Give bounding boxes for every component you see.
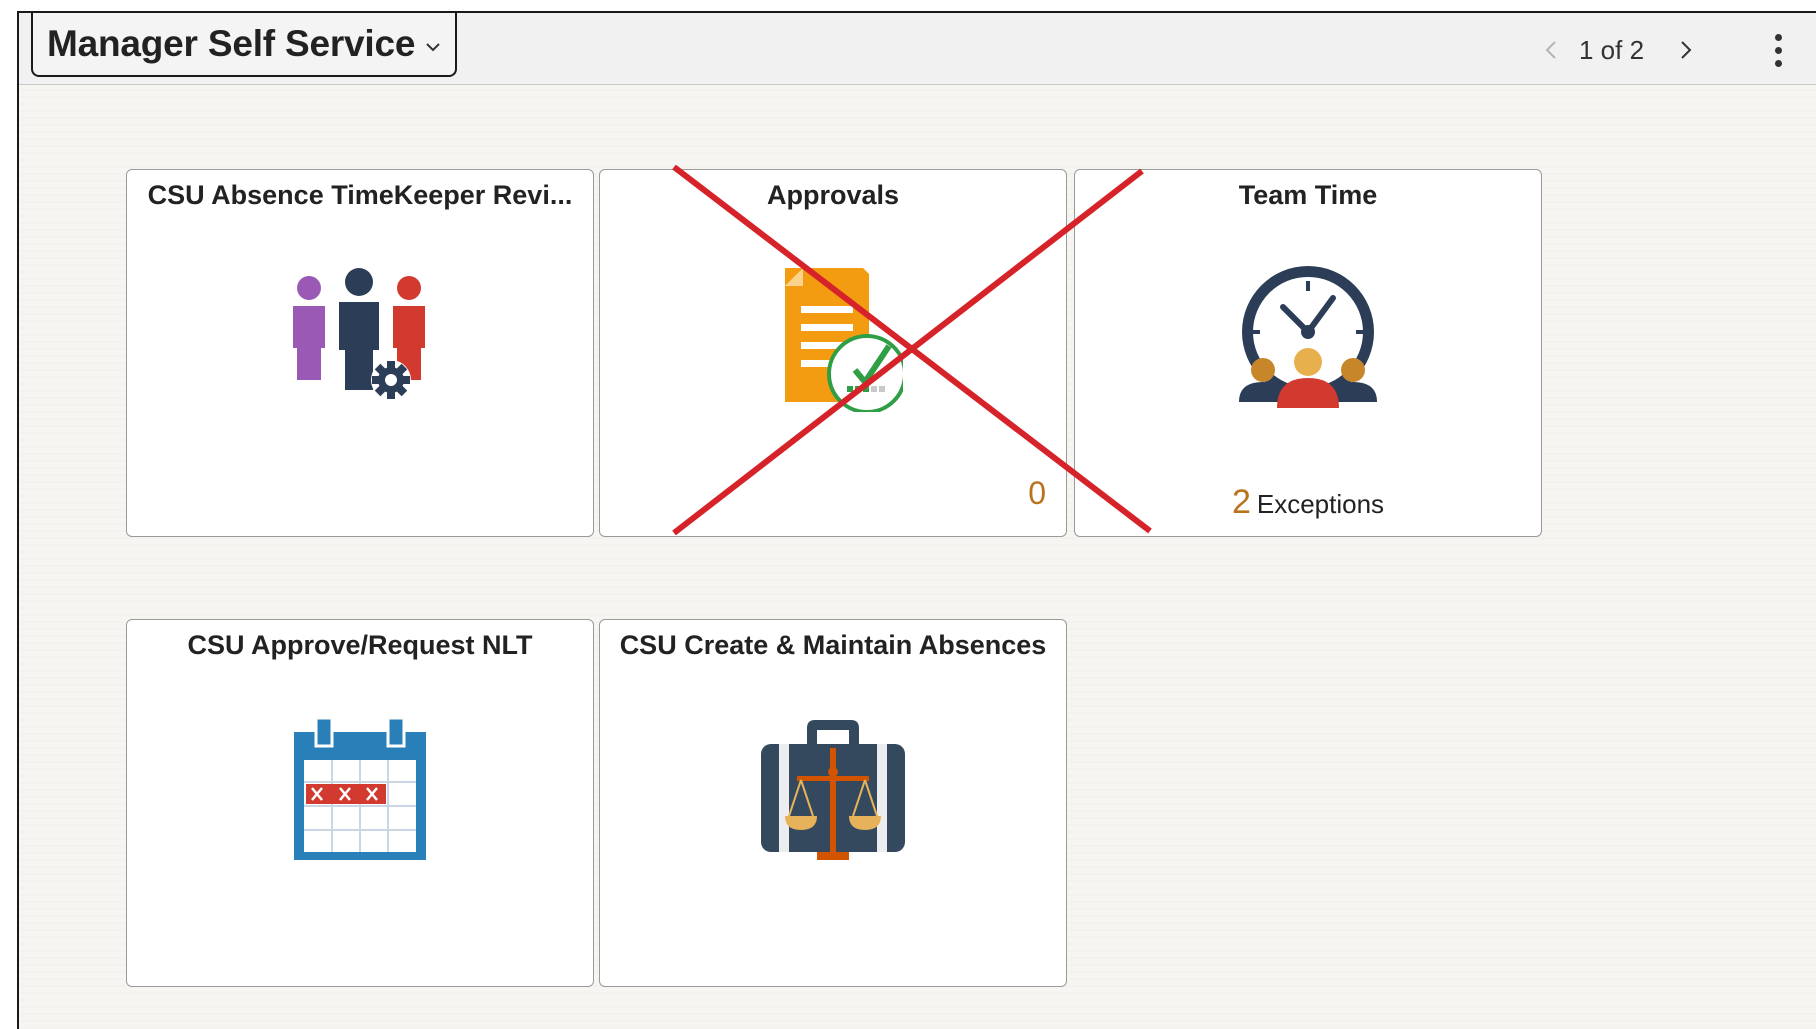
people-gear-icon — [293, 268, 425, 400]
next-page-button[interactable] — [1672, 33, 1700, 67]
tile-csu-approve-request-nlt[interactable]: CSU Approve/Request NLT — [126, 619, 594, 987]
tile-csu-create-maintain-absences[interactable]: CSU Create & Maintain Absences — [599, 619, 1067, 987]
homepage-frame: Manager Self Service 1 of 2 CSU Absence … — [17, 11, 1816, 1029]
tile-title: CSU Absence TimeKeeper Revi... — [147, 180, 573, 210]
page-indicator: 1 of 2 — [1579, 34, 1645, 65]
tile-title: CSU Create & Maintain Absences — [619, 630, 1047, 660]
approvals-count: 0 — [1028, 475, 1046, 511]
chevron-left-icon — [1545, 41, 1556, 59]
page-navigator: 1 of 2 — [1537, 33, 1700, 67]
briefcase-scales-icon — [761, 720, 905, 860]
previous-page-button[interactable] — [1537, 33, 1565, 67]
exceptions-count: 2 — [1231, 483, 1251, 521]
tile-title: Approvals — [766, 180, 900, 210]
tile-title: Team Time — [1238, 180, 1378, 210]
chevron-down-icon — [426, 43, 440, 52]
tile-team-time[interactable]: Team Time 2 Exceptions — [1074, 169, 1542, 537]
homepage-selector-button[interactable]: Manager Self Service — [31, 13, 458, 77]
kebab-dot-icon — [1774, 33, 1782, 41]
homepage-header: Manager Self Service 1 of 2 — [19, 13, 1816, 85]
tile-title: CSU Approve/Request NLT — [187, 630, 533, 660]
chevron-right-icon — [1681, 41, 1692, 59]
homepage-title: Manager Self Service — [47, 23, 416, 64]
kebab-dot-icon — [1774, 46, 1782, 54]
team-clock-icon — [1239, 266, 1377, 408]
exceptions-summary: 2 Exceptions — [1075, 483, 1541, 522]
more-options-button[interactable] — [1763, 27, 1793, 73]
tile-approvals[interactable]: Approvals 0 — [599, 169, 1067, 537]
document-approval-icon — [785, 268, 903, 412]
calendar-icon — [294, 716, 426, 860]
exceptions-label: Exceptions — [1256, 489, 1385, 519]
kebab-dot-icon — [1774, 59, 1782, 67]
tile-csu-absence-timekeeper[interactable]: CSU Absence TimeKeeper Revi... — [126, 169, 594, 537]
